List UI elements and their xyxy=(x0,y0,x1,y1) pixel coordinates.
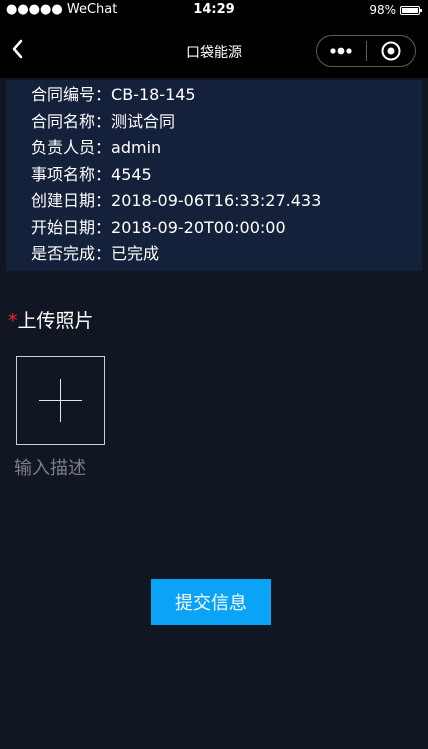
info-row-completion-status: 是否完成：已完成 xyxy=(6,241,422,268)
more-dots-icon xyxy=(330,47,352,55)
status-bar: ●●●●● WeChat 14:29 98% xyxy=(0,0,428,20)
close-program-button[interactable] xyxy=(367,36,416,66)
battery-icon xyxy=(400,5,422,15)
battery-fill xyxy=(402,7,418,13)
info-value: admin xyxy=(111,138,162,157)
info-label: 开始日期： xyxy=(31,217,112,237)
status-time: 14:29 xyxy=(193,2,235,17)
info-row-contract-number: 合同编号：CB-18-145 xyxy=(6,82,422,109)
info-row-contract-name: 合同名称：测试合同 xyxy=(6,109,422,136)
submit-button[interactable]: 提交信息 xyxy=(151,579,271,625)
upload-photo-title: 上传照片 xyxy=(17,310,94,332)
info-value: 测试合同 xyxy=(111,111,176,131)
info-value: 2018-09-06T16:33:27.433 xyxy=(111,191,322,210)
app-screen: ●●●●● WeChat 14:29 98% 口袋能源 合同编号：CB-18-1… xyxy=(0,0,428,749)
battery-indicator: 98% xyxy=(369,3,422,17)
info-label: 合同编号： xyxy=(31,85,112,104)
info-label: 事项名称： xyxy=(31,164,112,184)
info-row-responsible-person: 负责人员：admin xyxy=(6,135,422,162)
navigation-bar: 口袋能源 xyxy=(0,20,428,78)
info-value: 4545 xyxy=(111,164,152,184)
info-row-start-date: 开始日期：2018-09-20T00:00:00 xyxy=(6,215,422,242)
description-input[interactable] xyxy=(14,454,194,482)
info-value: 2018-09-20T00:00:00 xyxy=(111,217,286,237)
info-row-created-date: 创建日期：2018-09-06T16:33:27.433 xyxy=(6,188,422,215)
battery-percent: 98% xyxy=(369,3,396,17)
more-button[interactable] xyxy=(317,36,366,66)
required-mark: * xyxy=(8,310,18,332)
contract-info-panel: 合同编号：CB-18-145 合同名称：测试合同 负责人员：admin 事项名称… xyxy=(6,80,422,271)
info-label: 创建日期： xyxy=(31,191,112,210)
info-label: 负责人员： xyxy=(31,138,112,157)
mini-program-capsule xyxy=(316,35,416,67)
add-photo-button[interactable] xyxy=(16,356,105,445)
target-circle-icon xyxy=(381,41,401,61)
info-label: 是否完成： xyxy=(31,244,112,263)
info-value: CB-18-145 xyxy=(111,85,196,104)
info-row-item-name: 事项名称：4545 xyxy=(6,162,422,189)
upload-photo-heading: *上传照片 xyxy=(8,308,94,334)
info-label: 合同名称： xyxy=(31,111,112,131)
info-value: 已完成 xyxy=(111,244,160,263)
